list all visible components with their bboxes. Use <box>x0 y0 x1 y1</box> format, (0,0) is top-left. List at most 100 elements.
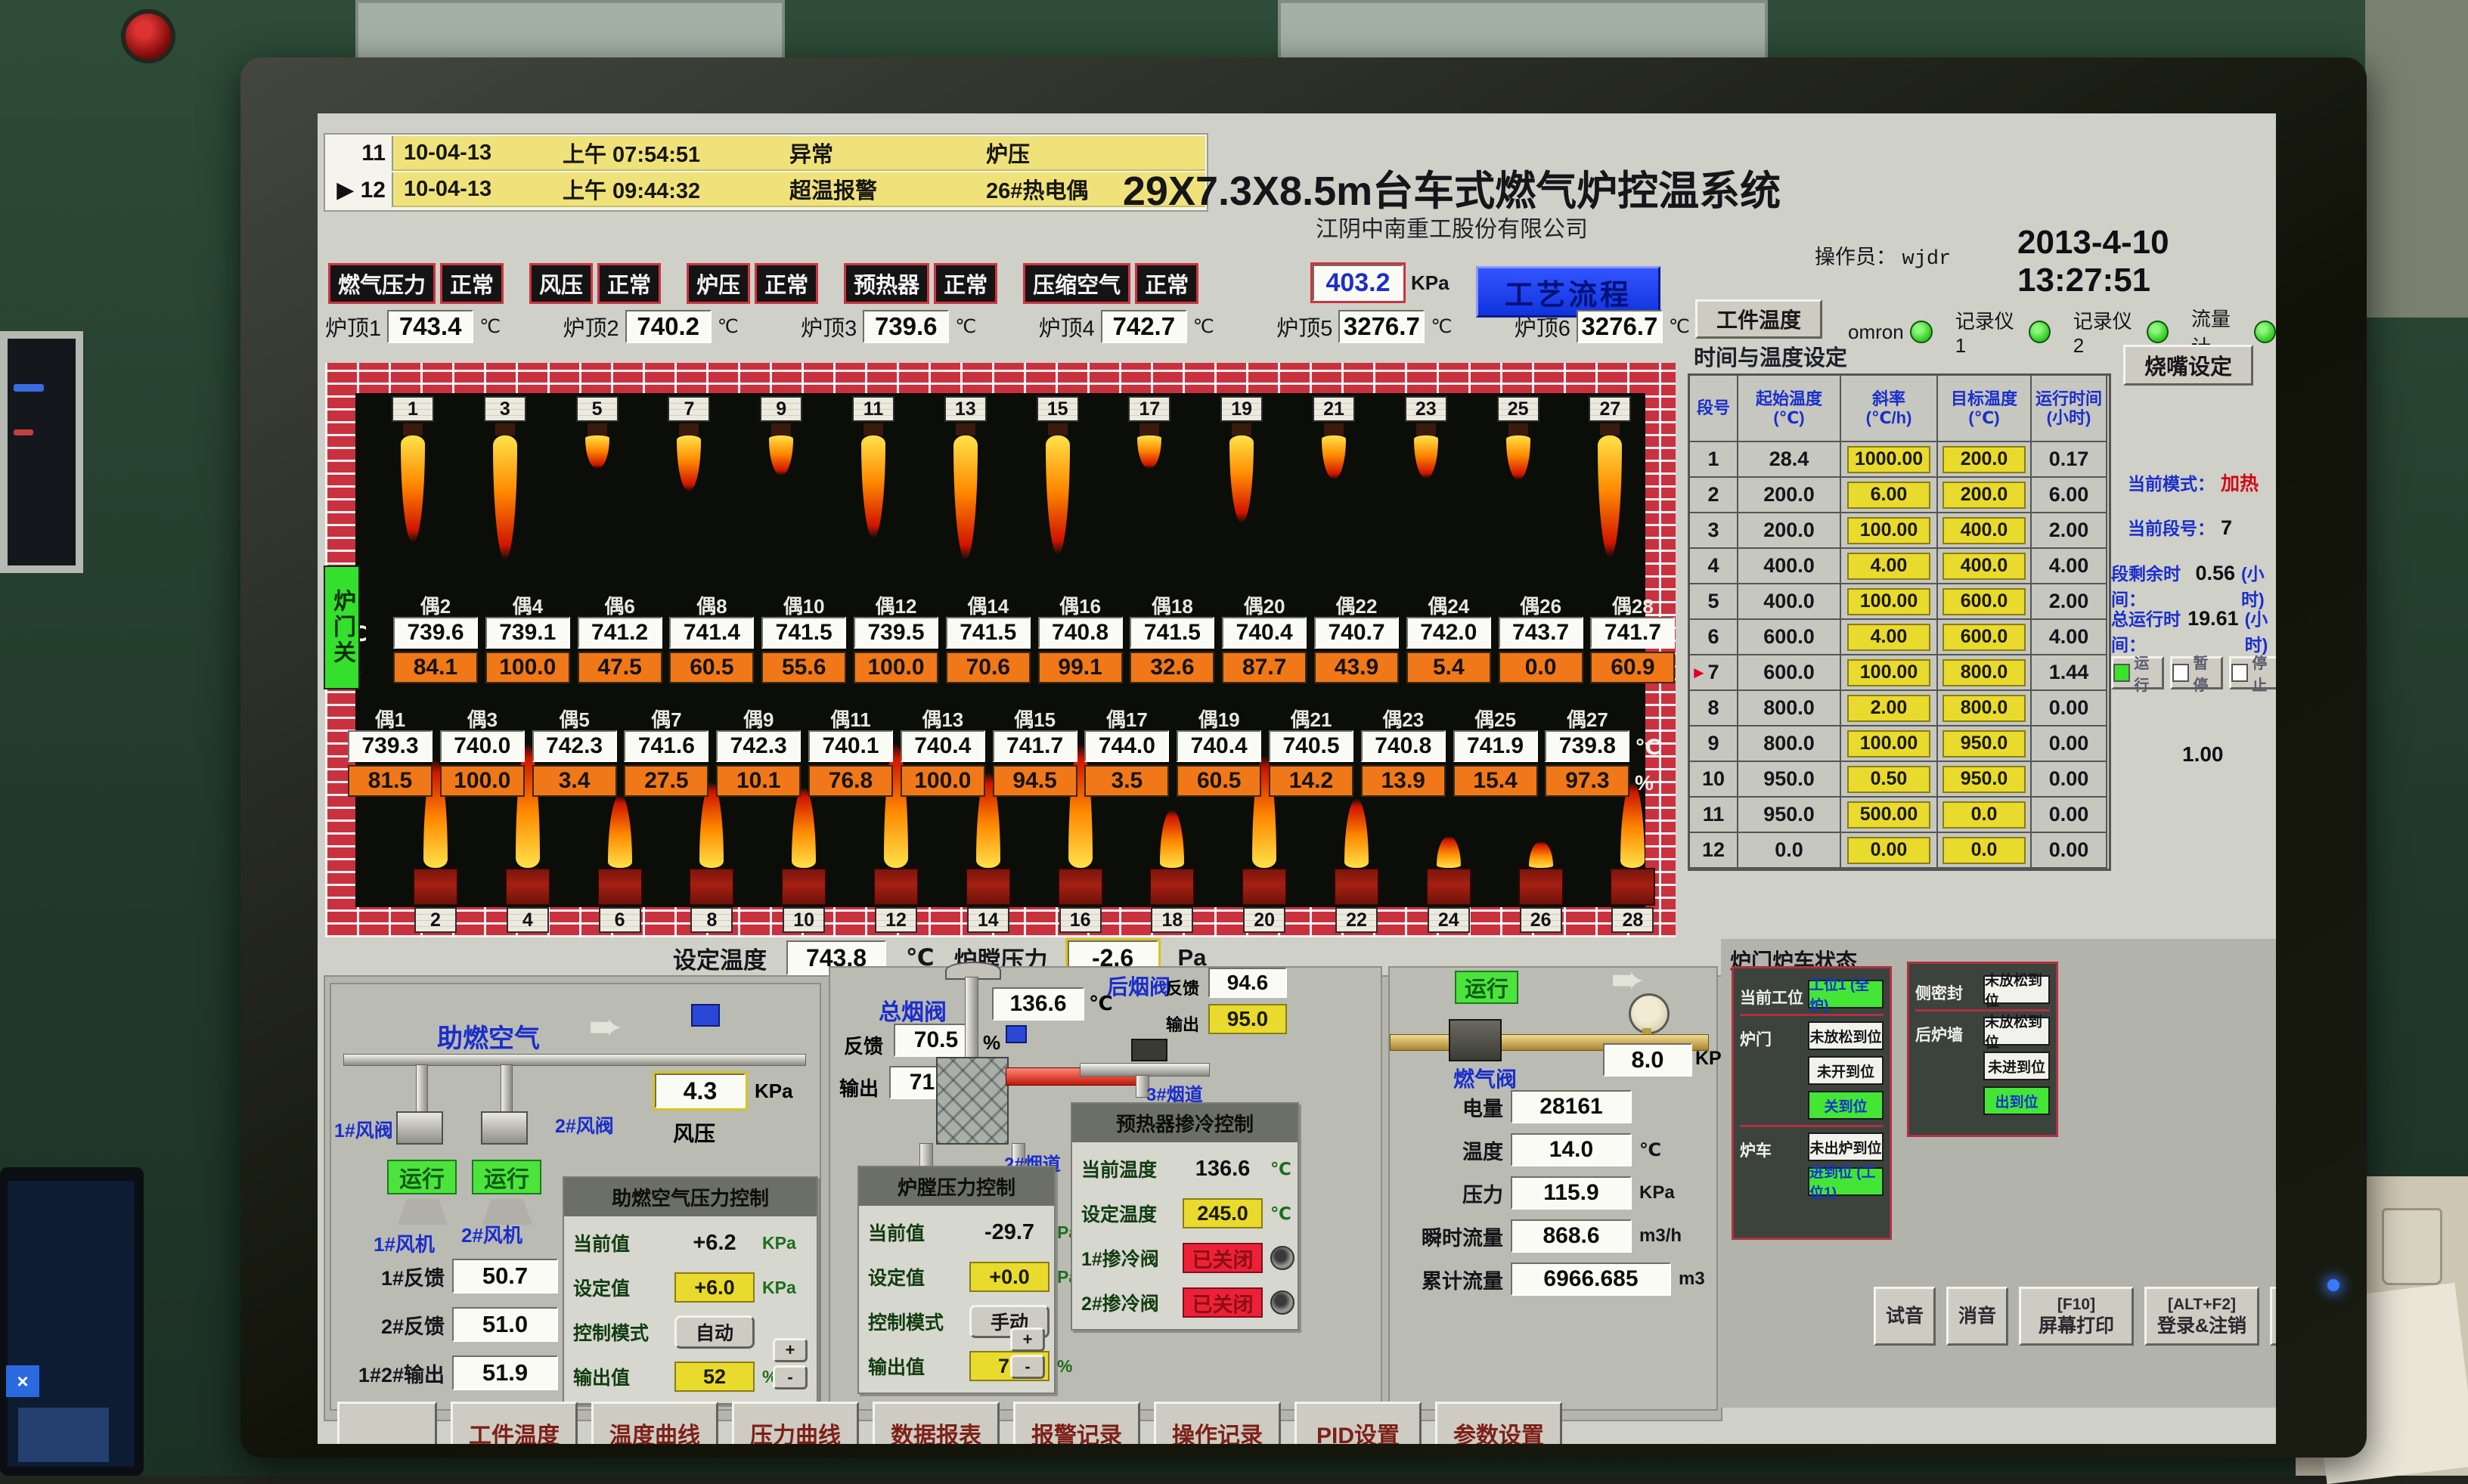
target-temp-value[interactable]: 200.0 <box>1942 482 2026 509</box>
ramp-value[interactable]: 100.00 <box>1847 730 1930 757</box>
ramp-value[interactable]: 1000.00 <box>1847 446 1930 473</box>
panel-setpoint-value[interactable]: +0.0 <box>969 1262 1050 1292</box>
gas-readout-label: 温度 <box>1390 1135 1503 1165</box>
target-temp-cell: 200.0 <box>1938 478 2032 513</box>
air-feedback-row: 1#反馈50.7% <box>331 1255 583 1297</box>
roof-temp-label: 炉顶4 <box>1039 311 1095 342</box>
sys-button[interactable]: [F10]屏幕打印 <box>2019 1287 2134 1346</box>
thermocouple-output: 100.0 <box>440 765 525 797</box>
burner-flame-icon <box>1414 435 1438 479</box>
sys-button[interactable]: 试音 <box>1874 1287 1936 1346</box>
segment-number-cell: 4 <box>1690 549 1738 584</box>
air-valve-2-icon[interactable] <box>481 1111 528 1145</box>
target-temp-value[interactable]: 400.0 <box>1942 517 2026 544</box>
burner-nozzle-icon <box>679 423 699 435</box>
nav-button-partial[interactable] <box>337 1402 437 1444</box>
sys-button[interactable]: 消音 <box>1946 1287 2008 1346</box>
system-buttons: 试音消音[F10]屏幕打印[ALT+F2]登录&注销 [Alt+F4]退出系统 <box>1874 1287 2276 1346</box>
burner-number-plate: 16 <box>1059 907 1102 933</box>
program-row[interactable]: 120.00.000.00.00 <box>1690 833 2109 869</box>
thermocouple-output: 81.5 <box>348 765 433 797</box>
rear-damper-icon[interactable] <box>1131 1039 1167 1061</box>
panel-setpoint-value[interactable]: 52 <box>674 1362 755 1392</box>
program-row[interactable]: 9800.0100.00950.00.00 <box>1690 727 2109 762</box>
roof-temp-label: 炉顶6 <box>1515 311 1570 342</box>
target-temp-value[interactable]: 0.0 <box>1942 837 2026 864</box>
nav-button[interactable]: 数据报表 <box>873 1402 1000 1444</box>
program-row[interactable]: 6600.04.00600.04.00 <box>1690 620 2109 655</box>
nav-button[interactable]: PID设置 <box>1294 1402 1422 1444</box>
panel-unit: KPa <box>762 1233 796 1253</box>
panel-mode-button[interactable]: 自动 <box>674 1315 755 1349</box>
increment-button[interactable]: + <box>1010 1328 1045 1352</box>
nav-button[interactable]: 温度曲线 <box>591 1402 718 1444</box>
ramp-value[interactable]: 100.00 <box>1847 659 1930 686</box>
ramp-value[interactable]: 4.00 <box>1847 624 1930 651</box>
runtime-cell: 4.00 <box>2032 620 2107 655</box>
start-temp-cell: 400.0 <box>1738 549 1841 584</box>
ramp-value[interactable]: 6.00 <box>1847 482 1930 509</box>
decrement-button[interactable]: - <box>773 1365 808 1390</box>
run-button[interactable]: 运行 <box>2111 656 2164 689</box>
wall-display-glow <box>14 384 44 392</box>
nav-button[interactable]: 参数设置 <box>1435 1402 1562 1444</box>
ramp-value[interactable]: 500.00 <box>1847 801 1930 829</box>
air-valve-1-icon[interactable] <box>396 1111 443 1145</box>
target-temp-value[interactable]: 600.0 <box>1942 588 2026 615</box>
thermocouple-output: 5.4 <box>1406 652 1491 683</box>
nav-button[interactable]: 报警记录 <box>1013 1402 1140 1444</box>
ramp-value[interactable]: 0.50 <box>1847 766 1930 793</box>
thermocouple-label: 偶17 <box>1084 705 1169 733</box>
gas-valve-icon[interactable] <box>1449 1019 1502 1061</box>
target-temp-value[interactable]: 200.0 <box>1942 446 2026 473</box>
program-table[interactable]: 段号起始温度(℃)斜率(℃/h)目标温度(℃)运行时间(小时)128.41000… <box>1688 373 2111 871</box>
program-row[interactable]: 2200.06.00200.06.00 <box>1690 478 2109 513</box>
ramp-value[interactable]: 4.00 <box>1847 553 1930 580</box>
decrement-button[interactable]: - <box>1010 1355 1045 1379</box>
target-temp-value[interactable]: 600.0 <box>1942 624 2026 651</box>
program-row[interactable]: 4400.04.00400.04.00 <box>1690 549 2109 584</box>
nav-button[interactable]: 压力曲线 <box>732 1402 859 1444</box>
gas-section: 运行 ➨ 燃气阀 8.0 KPa 电量28161温度14.0℃压力115.9KP… <box>1388 966 1718 1411</box>
target-temp-value[interactable]: 400.0 <box>1942 553 2026 580</box>
program-row[interactable]: 5400.0100.00600.02.00 <box>1690 584 2109 620</box>
increment-button[interactable]: + <box>773 1338 808 1362</box>
ramp-value[interactable]: 2.00 <box>1847 695 1930 722</box>
ramp-value[interactable]: 0.00 <box>1847 837 1930 864</box>
target-temp-value[interactable]: 950.0 <box>1942 730 2026 757</box>
nav-button[interactable]: 工件温度 <box>451 1402 578 1444</box>
burner-settings-button[interactable]: 烧嘴设定 <box>2123 345 2253 386</box>
program-row[interactable]: 3200.0100.00400.02.00 <box>1690 513 2109 549</box>
roof-temp-unit: ℃ <box>1193 315 1214 338</box>
stop-button[interactable]: 停止 <box>2229 656 2276 689</box>
program-row[interactable]: 7►600.0100.00800.01.44 <box>1690 655 2109 691</box>
panel-setpoint-value[interactable]: 245.0 <box>1183 1198 1263 1228</box>
roof-temp-value: 740.2 <box>625 310 712 343</box>
sys-button[interactable]: [ALT+F2]登录&注销 <box>2144 1287 2259 1346</box>
target-temp-value[interactable]: 800.0 <box>1942 695 2026 722</box>
burner-flame-icon <box>1068 744 1093 868</box>
thermocouple-temp: 740.7 <box>1314 617 1399 649</box>
air-feedback-row: 1#2#输出51.9% <box>331 1352 583 1394</box>
nav-button[interactable]: 操作记录 <box>1154 1402 1281 1444</box>
program-row[interactable]: 128.41000.00200.00.17 <box>1690 442 2109 478</box>
target-temp-value[interactable]: 800.0 <box>1942 659 2026 686</box>
door-status-item: 未放松到位 <box>1808 1021 1884 1050</box>
ramp-value[interactable]: 100.00 <box>1847 517 1930 544</box>
program-row[interactable]: 11950.0500.000.00.00 <box>1690 798 2109 833</box>
runtime-cell: 0.00 <box>2032 762 2107 798</box>
pause-button[interactable]: 暂停 <box>2170 656 2223 689</box>
ramp-cell: 100.00 <box>1841 584 1938 620</box>
combustion-air-section: 助燃空气 ➨ 1#风阀 2#风阀 运行 运行 1#风机 2#风机 4.3 KPa… <box>330 983 821 1411</box>
program-row[interactable]: 8800.02.00800.00.00 <box>1690 691 2109 727</box>
program-row[interactable]: 10950.00.50950.00.00 <box>1690 762 2109 798</box>
panel-setpoint-value[interactable]: +6.0 <box>674 1272 755 1303</box>
ramp-value[interactable]: 100.00 <box>1847 588 1930 615</box>
gas-readout-value: 6966.685 <box>1511 1262 1671 1296</box>
sys-button[interactable]: [Alt+F4]退出系统 <box>2270 1287 2276 1346</box>
workpiece-temp-button[interactable]: 工件温度 <box>1695 299 1822 339</box>
target-temp-value[interactable]: 0.0 <box>1942 801 2026 829</box>
feedback-label: 1#反馈 <box>331 1262 445 1291</box>
thermocouple-output: 55.6 <box>761 652 846 683</box>
target-temp-value[interactable]: 950.0 <box>1942 766 2026 793</box>
